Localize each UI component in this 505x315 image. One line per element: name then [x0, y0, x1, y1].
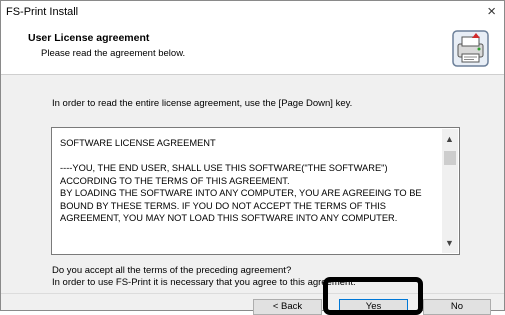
window-title: FS-Print Install [6, 6, 79, 18]
license-scrollbar[interactable]: ▲ ▼ [442, 129, 458, 253]
scroll-up-icon[interactable]: ▲ [445, 134, 454, 144]
title-bar: FS-Print Install × [1, 1, 504, 24]
installer-icon [452, 30, 489, 67]
scroll-thumb[interactable] [444, 151, 456, 165]
accept-note: In order to use FS-Print it is necessary… [52, 277, 356, 288]
no-button[interactable]: No [423, 299, 491, 315]
footer-divider [1, 293, 504, 294]
scroll-down-icon[interactable]: ▼ [445, 238, 454, 248]
install-dialog: FS-Print Install × User License agreemen… [0, 0, 505, 315]
back-button[interactable]: < Back [253, 299, 322, 315]
accept-question: Do you accept all the terms of the prece… [52, 265, 292, 276]
license-text: SOFTWARE LICENSE AGREEMENT ----YOU, THE … [60, 138, 422, 223]
header-subtitle: Please read the agreement below. [41, 48, 186, 59]
license-textbox[interactable]: SOFTWARE LICENSE AGREEMENT ----YOU, THE … [51, 127, 460, 255]
instruction-text: In order to read the entire license agre… [52, 98, 353, 109]
yes-button-highlight [323, 277, 423, 315]
header-title: User License agreement [28, 32, 150, 44]
dialog-header: User License agreement Please read the a… [1, 24, 504, 75]
close-icon[interactable]: × [487, 3, 496, 20]
